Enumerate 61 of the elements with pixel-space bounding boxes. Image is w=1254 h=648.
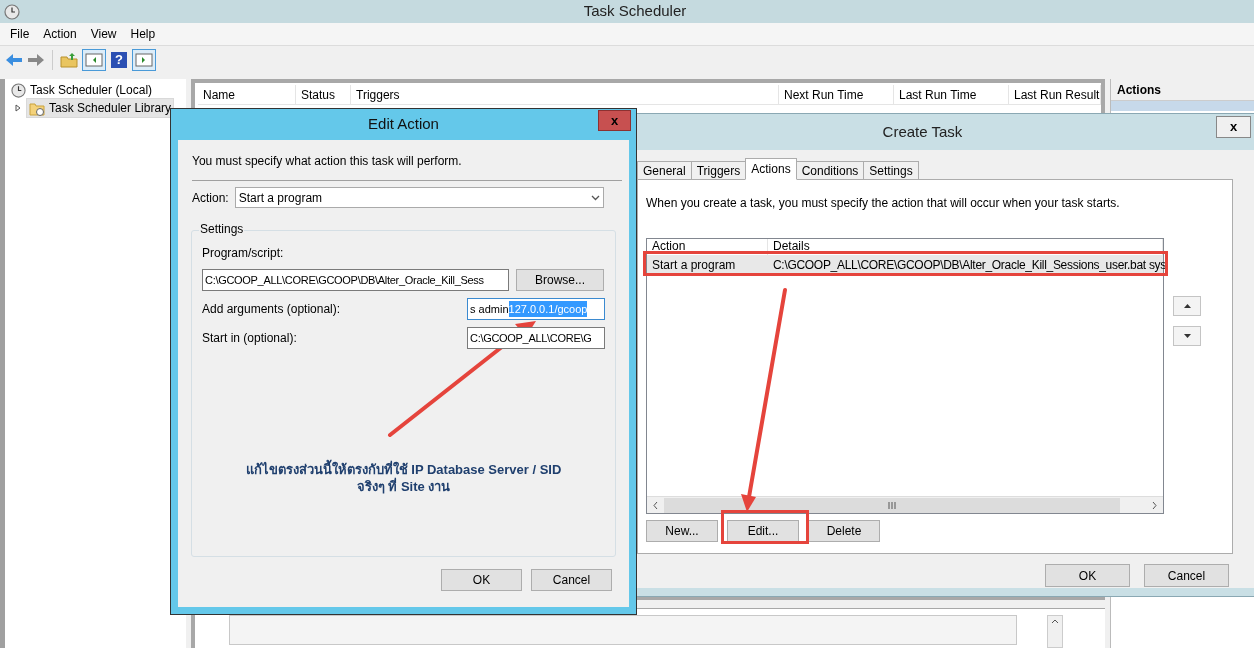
menu-item[interactable]: Action: [43, 25, 77, 43]
column-header[interactable]: Triggers: [351, 85, 779, 104]
column-header[interactable]: Last Run Time: [894, 85, 1009, 104]
annotation-text: จริงๆ ที่ Site งาน: [356, 478, 451, 495]
dialog-title: Create Task: [882, 121, 963, 142]
help-icon[interactable]: ?: [111, 51, 127, 68]
move-up-button[interactable]: [1173, 296, 1201, 316]
dialog-button[interactable]: Edit...: [727, 520, 799, 542]
column-header[interactable]: Name: [198, 85, 296, 104]
menu-item[interactable]: File: [10, 25, 30, 43]
description-text: When you create a task, you must specify the action that will occur when your task starts.: [646, 195, 1121, 212]
tree-item[interactable]: Task Scheduler (Local): [8, 80, 156, 100]
scrollbar[interactable]: [1047, 615, 1063, 648]
expand-arrow-icon[interactable]: [14, 104, 22, 112]
dialog-button[interactable]: OK: [441, 569, 522, 591]
scroll-thumb[interactable]: [664, 497, 1120, 513]
close-button[interactable]: x: [598, 110, 631, 131]
menu-item[interactable]: Help: [130, 25, 156, 43]
chevron-down-icon: [590, 194, 600, 201]
field-label: Program/script:: [202, 245, 285, 262]
clock-icon: [4, 3, 20, 20]
dialog-button[interactable]: Cancel: [531, 569, 612, 591]
dialog-title: Edit Action: [368, 114, 439, 135]
caret-up-icon: [1183, 304, 1191, 308]
move-down-button[interactable]: [1173, 326, 1201, 346]
tab[interactable]: General: [637, 161, 692, 180]
caret-down-icon: [1183, 334, 1191, 338]
column-header[interactable]: Status: [296, 85, 351, 104]
list-row[interactable]: Start a program C:\GCOOP_ALL\CORE\GCOOP\DB\Alter_Oracle_Kill_Sessions_user.bat sys: [647, 255, 1163, 275]
tree-item[interactable]: Task Scheduler Library: [26, 98, 175, 118]
horizontal-scrollbar[interactable]: [647, 496, 1163, 513]
field-label: Add arguments (optional):: [202, 301, 341, 318]
forward-arrow-icon[interactable]: [27, 52, 45, 67]
dialog-button[interactable]: OK: [1045, 564, 1130, 587]
field-label: Action:: [192, 189, 229, 207]
instruction-text: You must specify what action this task will perform.: [192, 153, 463, 170]
group-label: Settings: [199, 222, 245, 236]
window-title: Task Scheduler: [582, 1, 688, 22]
dialog-button[interactable]: New...: [646, 520, 718, 542]
column-header[interactable]: Next Run Time: [779, 85, 894, 104]
annotation-text: แก้ไขตรงส่วนนี้ให้ตรงกับที่ใช้ IP Database Server / SID: [245, 461, 562, 478]
column-header[interactable]: Last Run Result: [1009, 85, 1101, 104]
arguments-field[interactable]: s admin127.0.0.1/gcoop: [467, 298, 605, 320]
action-dropdown[interactable]: Start a program: [234, 187, 604, 208]
folder-up-icon[interactable]: [60, 51, 78, 68]
field-label: Start in (optional):: [202, 330, 297, 347]
tab[interactable]: Actions: [745, 158, 797, 180]
close-button[interactable]: x: [1216, 116, 1251, 138]
dialog-button[interactable]: Browse...: [516, 269, 604, 291]
grip-icon: [888, 501, 896, 509]
dialog-button[interactable]: Delete: [808, 520, 880, 542]
back-arrow-icon[interactable]: [5, 52, 23, 67]
clock-icon: [11, 82, 26, 98]
menu-item[interactable]: View: [90, 25, 117, 43]
folder-icon: [29, 100, 45, 116]
program-field[interactable]: C:\GCOOP_ALL\CORE\GCOOP\DB\Alter_Oracle_Kill_Sess: [202, 269, 509, 291]
pane-header: Actions: [1111, 79, 1254, 101]
pane-toggle-icon[interactable]: [82, 48, 106, 71]
start-in-field[interactable]: C:\GCOOP_ALL\CORE\G: [467, 327, 605, 349]
pane-toggle-icon[interactable]: [132, 48, 156, 71]
dialog-button[interactable]: Cancel: [1144, 564, 1229, 587]
